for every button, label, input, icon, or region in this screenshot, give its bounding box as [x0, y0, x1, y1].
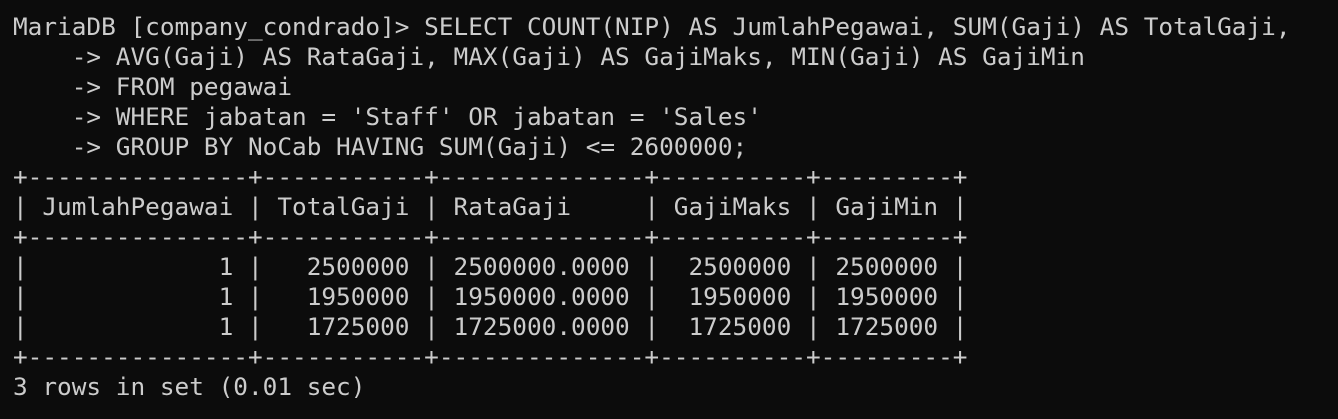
result-summary: 3 rows in set (0.01 sec) [13, 372, 366, 401]
table-border-top: +---------------+-----------+-----------… [13, 162, 968, 191]
table-row: | 1 | 1725000 | 1725000.0000 | 1725000 |… [13, 312, 968, 341]
sql-continuation-line: -> FROM pegawai [13, 72, 293, 101]
table-border-bottom: +---------------+-----------+-----------… [13, 342, 968, 371]
table-row: | 1 | 2500000 | 2500000.0000 | 2500000 |… [13, 252, 968, 281]
sql-continuation-line: -> AVG(Gaji) AS RataGaji, MAX(Gaji) AS G… [13, 42, 1085, 71]
table-row: | 1 | 1950000 | 1950000.0000 | 1950000 |… [13, 282, 968, 311]
table-border-header: +---------------+-----------+-----------… [13, 222, 968, 251]
sql-continuation-line: -> WHERE jabatan = 'Staff' OR jabatan = … [13, 102, 762, 131]
sql-prompt-line: MariaDB [company_condrado]> SELECT COUNT… [13, 12, 1291, 41]
terminal-window[interactable]: MariaDB [company_condrado]> SELECT COUNT… [0, 0, 1338, 419]
sql-continuation-line: -> GROUP BY NoCab HAVING SUM(Gaji) <= 26… [13, 132, 748, 161]
table-header-row: | JumlahPegawai | TotalGaji | RataGaji |… [13, 192, 968, 221]
